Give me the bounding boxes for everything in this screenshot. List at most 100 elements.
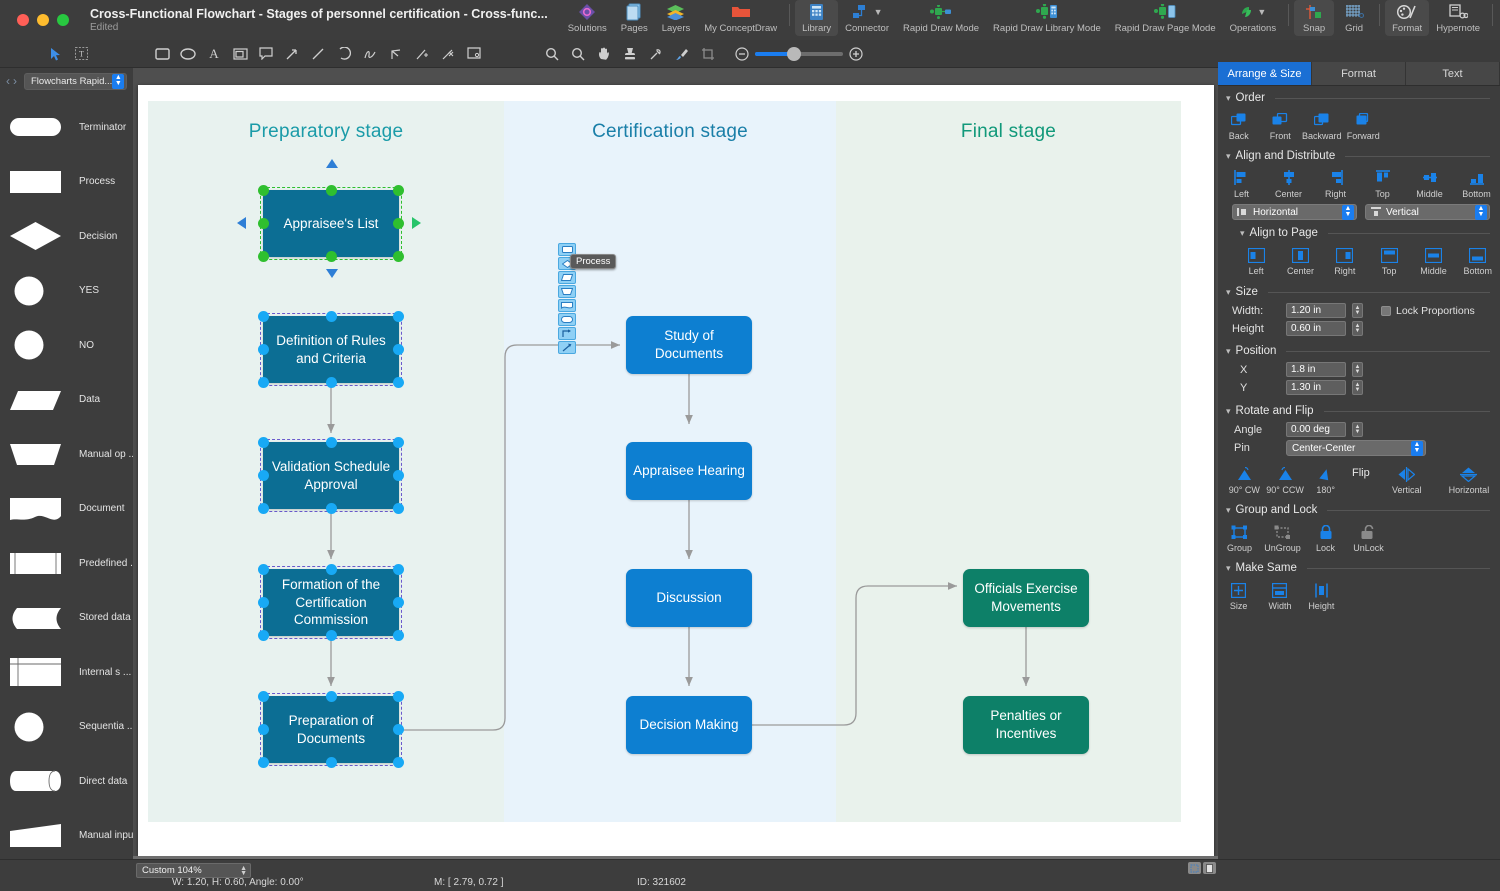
toolbar-button-rapid-draw-page-mode[interactable]: Rapid Draw Page Mode	[1108, 0, 1223, 34]
resize-handle[interactable]	[326, 377, 337, 388]
chevron-down-icon[interactable]: ▾	[1226, 505, 1231, 516]
toolbar-button-hypernote[interactable]: Hypernote	[1429, 0, 1487, 34]
shape-thumbnail-circle[interactable]	[9, 330, 62, 360]
resize-handle[interactable]	[258, 724, 269, 735]
resize-handle[interactable]	[393, 185, 404, 196]
button-top[interactable]: Top	[1367, 244, 1411, 276]
fit-page-icon[interactable]	[1188, 862, 1201, 874]
resize-handle[interactable]	[258, 630, 269, 641]
pin-stepper-icon[interactable]: ▲▼	[1411, 441, 1423, 456]
button-backward[interactable]: Backward	[1301, 109, 1343, 141]
make-same-buttons[interactable]: SizeWidthHeight	[1218, 576, 1500, 611]
chevron-down-icon[interactable]: ▾	[1226, 287, 1231, 298]
position-y-stepper[interactable]: ▲▼	[1352, 380, 1363, 395]
resize-handle[interactable]	[258, 691, 269, 702]
position-y-row[interactable]: Y 1.30 in ▲▼	[1218, 377, 1500, 395]
order-buttons[interactable]: BackFrontBackwardForward	[1218, 106, 1500, 141]
button-right[interactable]: Right	[1323, 244, 1367, 276]
toolbar-button-layers[interactable]: Layers	[655, 0, 698, 34]
resize-handle[interactable]	[393, 251, 404, 262]
add-point-tool[interactable]	[409, 42, 435, 66]
connect-left-triangle[interactable]	[237, 217, 246, 229]
resize-handle[interactable]	[393, 597, 404, 608]
shape-thumbnail-circle[interactable]	[9, 276, 62, 306]
flowchart-node-preparation-of-documents[interactable]: Preparation of Documents	[263, 696, 399, 763]
shape-thumbnail-trapezoid[interactable]	[9, 439, 62, 469]
flowchart-node-appraisees-list[interactable]: Appraisee's List	[263, 190, 399, 257]
speech-bubble-tool[interactable]	[253, 42, 279, 66]
toolbar-button-grid[interactable]: Grid	[1334, 0, 1374, 34]
toolbar-button-snap[interactable]: Snap	[1294, 0, 1334, 36]
shape-list[interactable]: TerminatorProcessDecisionYESNODataManual…	[0, 94, 133, 859]
straight-connector-icon[interactable]	[558, 341, 576, 354]
inspector-panel[interactable]: Arrange & SizeFormatText ▾ Order BackFro…	[1218, 62, 1500, 859]
shape-list-item[interactable]: Terminator	[0, 100, 133, 155]
align-page-section-header[interactable]: ▾ Align to Page	[1218, 220, 1500, 241]
toolbar-button-my-conceptdraw[interactable]: My ConceptDraw	[697, 0, 784, 34]
library-nav-arrows[interactable]: ‹›	[6, 74, 20, 88]
toolbar-button-rapid-draw-mode[interactable]: Rapid Draw Mode	[896, 0, 986, 34]
paintbrush-tool[interactable]	[669, 42, 695, 66]
inspector-tab-format[interactable]: Format	[1312, 62, 1406, 85]
angle-row[interactable]: Angle 0.00 deg ▲▼	[1218, 419, 1500, 437]
resize-handle[interactable]	[326, 630, 337, 641]
button-90-cw[interactable]: 90° CW	[1224, 463, 1265, 495]
callout-tool[interactable]	[227, 42, 253, 66]
width-stepper[interactable]: ▲▼	[1352, 303, 1363, 318]
resize-handle[interactable]	[393, 691, 404, 702]
chevron-down-icon[interactable]: ▾	[1240, 228, 1245, 239]
status-view-buttons[interactable]	[1188, 862, 1216, 874]
distribute-horizontal-combo[interactable]: Horizontal ▲▼	[1232, 204, 1357, 220]
shape-thumbnail-process[interactable]	[9, 167, 62, 197]
shape-thumbnail-internal-storage[interactable]	[9, 657, 62, 687]
resize-handle[interactable]	[258, 470, 269, 481]
shape-list-item[interactable]: Stored data	[0, 591, 133, 646]
button-unlock[interactable]: UnLock	[1347, 521, 1390, 553]
shape-list-item[interactable]: YES	[0, 264, 133, 319]
flowchart-node-officials-exercise-movements[interactable]: Officials Exercise Movements	[963, 569, 1089, 627]
stepper-icon[interactable]: ▲▼	[1342, 205, 1354, 220]
resize-handle[interactable]	[258, 437, 269, 448]
button-size[interactable]: Size	[1218, 579, 1259, 611]
rotate-buttons[interactable]: 90° CW90° CCW180°	[1218, 460, 1346, 495]
button-bottom[interactable]: Bottom	[1453, 167, 1500, 199]
button-left[interactable]: Left	[1218, 167, 1265, 199]
toolbar-button-operations[interactable]: ▼Operations	[1223, 0, 1283, 34]
chevron-down-icon[interactable]: ▾	[1226, 151, 1231, 162]
rectangle-tool[interactable]	[149, 42, 175, 66]
toolbar-button-library[interactable]: Library	[795, 0, 838, 36]
shape-thumbnail-direct-data[interactable]	[9, 766, 62, 796]
height-input[interactable]: 0.60 in	[1286, 321, 1346, 336]
flowchart-node-decision-making[interactable]: Decision Making	[626, 696, 752, 754]
align-page-buttons[interactable]: LeftCenterRightTopMiddleBottom	[1218, 241, 1500, 276]
shape-list-item[interactable]: Decision	[0, 209, 133, 264]
height-stepper[interactable]: ▲▼	[1352, 321, 1363, 336]
library-header[interactable]: ‹› Flowcharts Rapid... ▲▼	[0, 68, 133, 94]
shape-thumbnail-manual-input[interactable]	[9, 821, 62, 851]
zoom-slider-track[interactable]	[755, 52, 843, 56]
button-middle[interactable]: Middle	[1411, 244, 1455, 276]
main-toolbar[interactable]: SolutionsPagesLayersMy ConceptDrawLibrar…	[561, 0, 1500, 40]
pin-row[interactable]: Pin Center-Center ▲▼	[1218, 437, 1500, 456]
shape-list-item[interactable]: NO	[0, 318, 133, 373]
button-top[interactable]: Top	[1359, 167, 1406, 199]
maximize-button[interactable]	[57, 14, 69, 26]
resize-handle[interactable]	[393, 437, 404, 448]
order-section-header[interactable]: ▾ Order	[1218, 86, 1500, 106]
resize-handle[interactable]	[258, 251, 269, 262]
flowchart-node-formation-certification-commission[interactable]: Formation of the Certification Commissio…	[263, 569, 399, 636]
shape-library-sidebar[interactable]: ‹› Flowcharts Rapid... ▲▼ TerminatorProc…	[0, 68, 133, 859]
group-buttons[interactable]: GroupUnGroupLockUnLock	[1218, 518, 1500, 553]
shape-list-item[interactable]: Sequentia ...	[0, 700, 133, 755]
arrow-tool[interactable]	[279, 42, 305, 66]
toolbar-button-format[interactable]: Format	[1385, 0, 1429, 36]
position-y-input[interactable]: 1.30 in	[1286, 380, 1346, 395]
line-tool[interactable]	[305, 42, 331, 66]
library-selector[interactable]: Flowcharts Rapid... ▲▼	[24, 73, 127, 90]
crop-tool[interactable]	[695, 42, 721, 66]
shape-thumbnail-decision[interactable]	[9, 221, 62, 251]
toolbar-button-solutions[interactable]: Solutions	[561, 0, 614, 34]
stamp-tool[interactable]	[617, 42, 643, 66]
freehand-tool[interactable]	[357, 42, 383, 66]
shape-list-item[interactable]: Predefined ...	[0, 536, 133, 591]
